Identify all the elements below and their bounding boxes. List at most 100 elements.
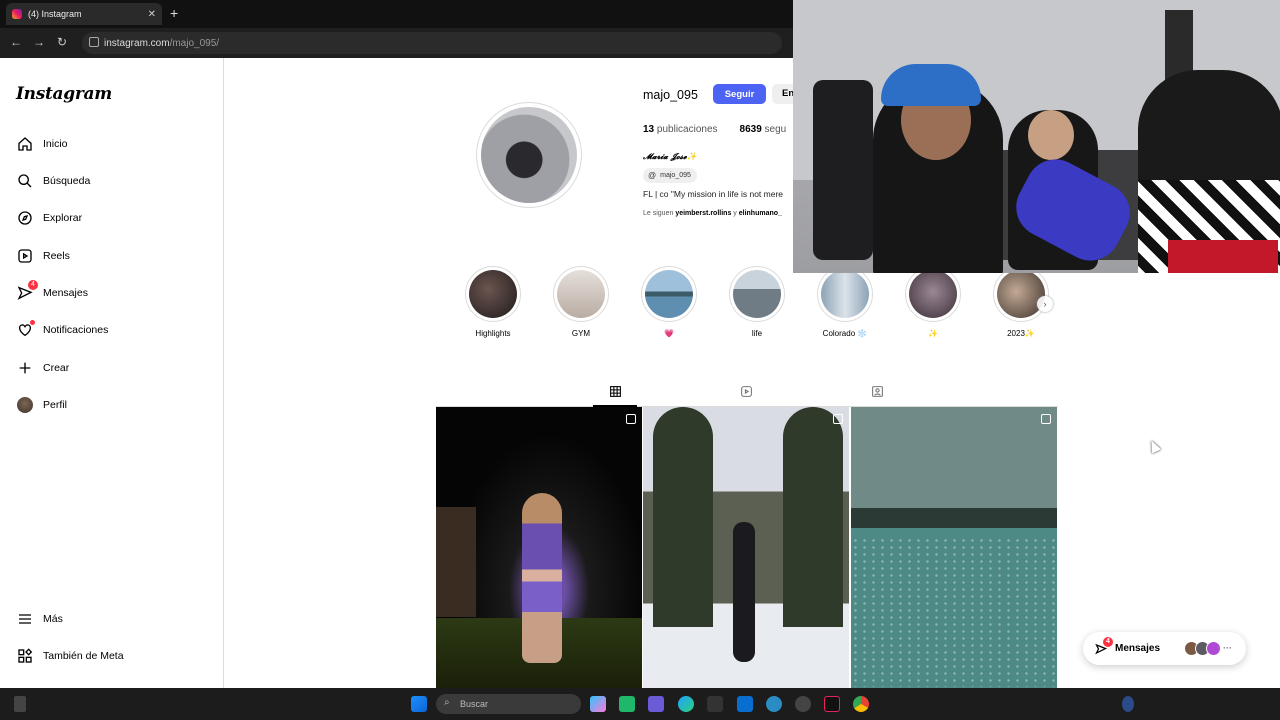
highlight-label: life	[751, 329, 763, 338]
sidebar-item-tambien-de-meta[interactable]: También de Meta	[16, 645, 124, 667]
chrome-icon[interactable]	[853, 696, 869, 712]
webcam-person-head	[1028, 110, 1074, 160]
reload-icon[interactable]: ↻	[57, 35, 67, 49]
followers-count[interactable]: 8639	[740, 124, 762, 135]
webcam-cap	[881, 64, 981, 106]
sidebar-item-label: Notificaciones	[43, 324, 109, 336]
post-thumbnail[interactable]	[851, 407, 1057, 688]
avatar-container	[16, 396, 34, 414]
messages-badge: 4	[1103, 636, 1113, 647]
app-icon[interactable]	[795, 696, 811, 712]
app-icon[interactable]	[707, 696, 723, 712]
highlight-label: Highlights	[475, 329, 511, 338]
highlights-next-icon[interactable]: ›	[1037, 296, 1053, 312]
profile-picture[interactable]	[476, 102, 582, 208]
threads-handle: majo_095	[660, 172, 691, 179]
sidebar-item-busqueda[interactable]: Búsqueda	[16, 170, 90, 192]
webcam-chair	[813, 80, 873, 260]
highlight-ring	[817, 266, 873, 322]
sidebar: Instagram Inicio Búsqueda Explorar Reels…	[0, 58, 224, 688]
sidebar-item-explorar[interactable]: Explorar	[16, 207, 82, 229]
edge-icon[interactable]	[678, 696, 694, 712]
post-thumbnail[interactable]	[436, 407, 642, 688]
threads-icon: @	[648, 171, 657, 180]
url-input[interactable]: instagram.com/majo_095/	[82, 32, 782, 54]
highlight-ring	[553, 266, 609, 322]
reels-icon	[740, 385, 752, 397]
menu-icon	[16, 610, 34, 628]
highlight-cover	[469, 270, 517, 318]
highlight-item[interactable]: Highlights	[464, 266, 522, 338]
home-icon	[16, 135, 34, 153]
highlight-item[interactable]: ✨	[904, 266, 962, 338]
highlight-label: 2023✨	[1007, 329, 1035, 338]
followed-by-user-2[interactable]: elinhumano_	[739, 210, 782, 217]
avatar	[1206, 641, 1221, 656]
webcam-person	[1138, 70, 1280, 273]
tab-tagged[interactable]	[869, 383, 885, 399]
followed-by[interactable]: Le siguen yeimberst.rollins y elinhumano…	[643, 210, 782, 217]
messages-badge: 4	[28, 280, 38, 290]
highlight-cover	[557, 270, 605, 318]
teams-icon[interactable]	[648, 696, 664, 712]
sidebar-item-inicio[interactable]: Inicio	[16, 133, 68, 155]
forward-arrow-icon[interactable]: →	[33, 35, 45, 49]
plus-icon	[16, 359, 34, 377]
highlight-item[interactable]: Colorado ❄️	[816, 266, 874, 338]
highlight-item[interactable]: 💗	[640, 266, 698, 338]
site-info-icon[interactable]	[89, 37, 99, 47]
sidebar-item-reels[interactable]: Reels	[16, 245, 70, 267]
store-icon[interactable]	[619, 696, 635, 712]
sidebar-item-mensajes[interactable]: 4 Mensajes	[16, 280, 88, 304]
carousel-icon	[833, 414, 843, 424]
post-image-detail	[653, 407, 713, 627]
taskbar: ⌕ Buscar	[0, 688, 1280, 720]
tiktok-icon[interactable]	[824, 696, 840, 712]
highlight-label: Colorado ❄️	[822, 329, 868, 338]
highlight-cover	[733, 270, 781, 318]
reels-icon	[16, 247, 34, 265]
taskbar-search[interactable]: ⌕ Buscar	[436, 694, 581, 714]
sidebar-item-label: Inicio	[43, 138, 68, 150]
post-image-detail	[436, 507, 476, 617]
floating-messages-button[interactable]: 4 Mensajes ···	[1083, 632, 1246, 665]
back-arrow-icon[interactable]: ←	[10, 35, 22, 49]
instagram-favicon-icon	[12, 9, 22, 19]
sidebar-item-notificaciones[interactable]: Notificaciones	[16, 319, 108, 341]
post-thumbnail[interactable]	[643, 407, 849, 688]
more-icon: ···	[1223, 643, 1232, 653]
followers-label[interactable]: segu	[765, 124, 787, 135]
highlight-ring	[729, 266, 785, 322]
sidebar-item-label: Más	[43, 613, 63, 625]
sidebar-item-perfil[interactable]: Perfil	[16, 394, 67, 416]
follow-button[interactable]: Seguir	[713, 84, 766, 104]
browser-tab[interactable]: (4) Instagram ✕	[6, 3, 162, 25]
instagram-logo[interactable]: Instagram	[16, 84, 112, 104]
posts-label: publicaciones	[656, 124, 718, 135]
outlook-icon[interactable]	[737, 696, 753, 712]
highlight-cover	[909, 270, 957, 318]
tray-icon[interactable]	[1122, 696, 1134, 712]
copilot-icon[interactable]	[590, 696, 606, 712]
url-domain: instagram.com	[104, 37, 170, 49]
highlight-label: ✨	[928, 329, 938, 338]
highlight-item[interactable]: life	[728, 266, 786, 338]
post-image-detail	[783, 407, 843, 627]
widgets-icon[interactable]	[14, 696, 26, 712]
threads-link[interactable]: @ majo_095	[643, 168, 697, 183]
highlight-item[interactable]: GYM	[552, 266, 610, 338]
followed-by-user-1[interactable]: yeimberst.rollins	[675, 210, 731, 217]
profile-bio: FL | co "My mission in life is not mere	[643, 189, 784, 199]
messenger-icon: 4	[1095, 636, 1113, 655]
sidebar-item-mas[interactable]: Más	[16, 608, 63, 630]
app-icon[interactable]	[766, 696, 782, 712]
highlight-cover	[821, 270, 869, 318]
tab-close-icon[interactable]: ✕	[148, 9, 156, 20]
tab-reels[interactable]	[738, 383, 754, 399]
highlight-label: 💗	[664, 329, 674, 338]
profile-photo	[481, 107, 577, 203]
new-tab-icon[interactable]: +	[170, 5, 178, 21]
tab-posts[interactable]	[607, 383, 623, 399]
windows-start-icon[interactable]	[411, 696, 427, 712]
sidebar-item-crear[interactable]: Crear	[16, 357, 69, 379]
